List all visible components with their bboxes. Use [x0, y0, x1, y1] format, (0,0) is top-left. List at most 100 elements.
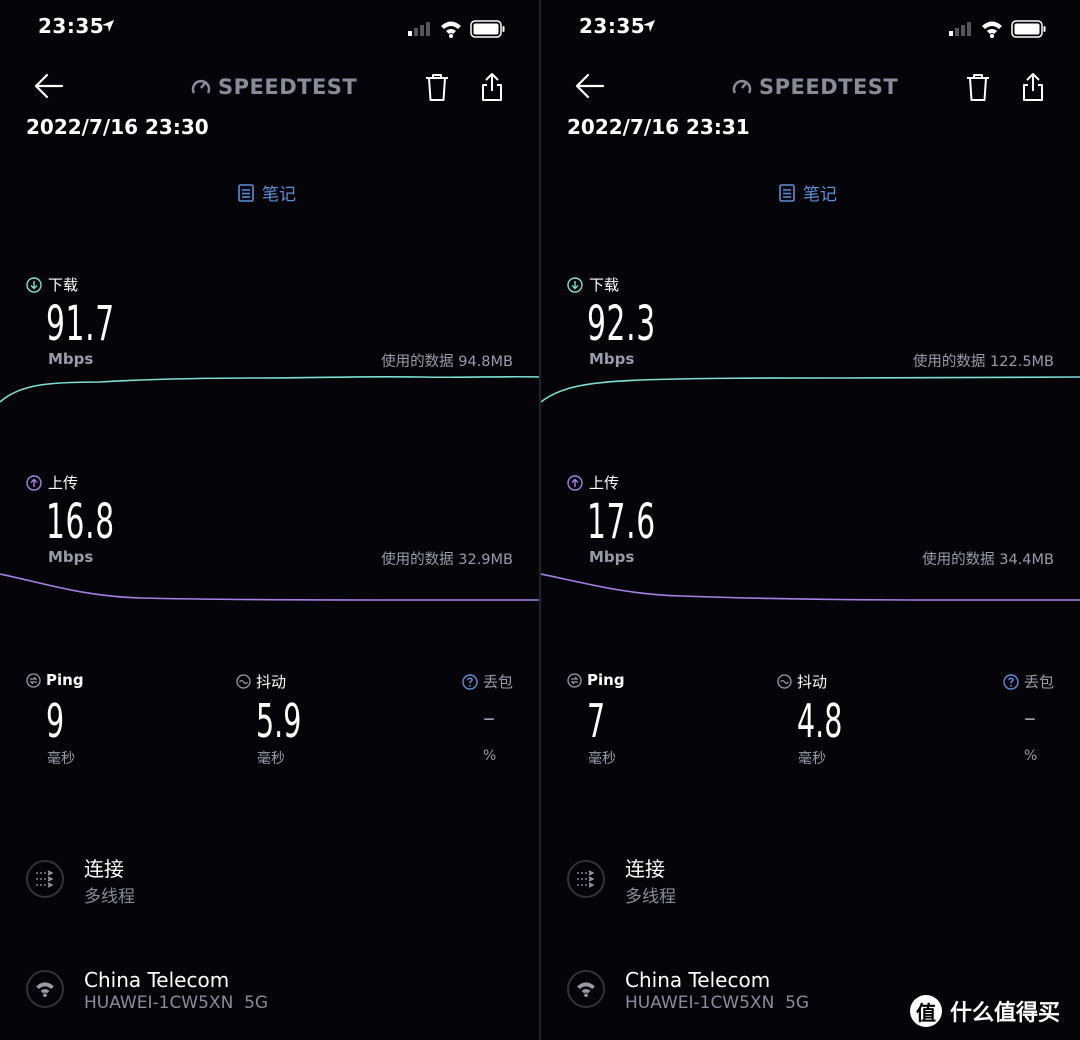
notes-label: 笔记 — [803, 185, 837, 205]
upload-label: 上传 — [26, 472, 78, 493]
jitter-label: 抖动 — [777, 671, 827, 692]
logo-text: SPEEDTEST — [759, 75, 899, 99]
upload-label-text: 上传 — [589, 474, 620, 492]
jitter-value: 4.8 — [797, 694, 843, 748]
back-arrow-icon[interactable] — [34, 72, 64, 100]
ping-label-text: Ping — [46, 671, 84, 689]
share-icon[interactable] — [1021, 72, 1045, 102]
wifi-network-icon — [36, 982, 54, 997]
watermark-logo-icon: 值 — [910, 995, 942, 1027]
upload-arrow-icon — [26, 474, 42, 491]
battery-icon — [1011, 20, 1046, 38]
battery-icon — [470, 20, 505, 38]
packet-loss-value: – — [483, 704, 495, 732]
speedtest-result-screen-1: 23:35 SPEEDTEST 2022/7/16 23:30 笔记 下载 91… — [0, 0, 539, 1040]
packet-loss-unit: % — [483, 748, 497, 764]
watermark-text: 什么值得买 — [950, 1001, 1061, 1026]
ping-icon — [567, 672, 582, 688]
ping-unit: 毫秒 — [588, 751, 616, 767]
network-ssid: HUAWEI-1CW5XN 5G — [625, 993, 810, 1013]
download-label: 下载 — [26, 274, 78, 295]
download-value: 92.3 — [587, 296, 656, 352]
upload-speed-line — [0, 573, 539, 601]
upload-unit: Mbps — [48, 548, 94, 566]
upload-speed-graph — [0, 573, 539, 601]
ping-label: Ping — [26, 671, 84, 689]
speedtest-logo: SPEEDTEST — [731, 74, 898, 100]
upload-data-used: 使用的数据 34.4MB — [922, 552, 1054, 568]
multi-connection-icon — [577, 870, 595, 888]
upload-unit: Mbps — [589, 548, 635, 566]
jitter-icon — [777, 674, 792, 689]
logo-text: SPEEDTEST — [218, 75, 358, 99]
notes-icon — [238, 183, 254, 202]
connection-type: 多线程 — [625, 887, 676, 907]
notes-icon — [779, 183, 795, 202]
gauge-icon — [732, 79, 752, 94]
jitter-unit: 毫秒 — [257, 751, 285, 767]
download-speed-line — [0, 375, 539, 403]
jitter-icon — [236, 674, 251, 689]
upload-speed-line — [541, 573, 1080, 601]
network-ssid: HUAWEI-1CW5XN 5G — [84, 993, 269, 1013]
download-unit: Mbps — [48, 350, 94, 368]
notes-button[interactable]: 笔记 — [238, 180, 296, 205]
help-icon[interactable] — [462, 673, 478, 690]
download-speed-graph — [541, 376, 1080, 403]
test-date: 2022/7/16 23:31 — [567, 115, 750, 139]
site-watermark: 值 什么值得买 — [910, 995, 1060, 1027]
connection-title: 连接 — [625, 857, 665, 881]
packet-loss-unit: % — [1024, 748, 1038, 764]
download-label-text: 下载 — [589, 276, 620, 294]
network-provider: China Telecom — [84, 968, 230, 992]
download-arrow-icon — [567, 276, 583, 293]
test-date: 2022/7/16 23:30 — [26, 115, 209, 139]
wifi-network-icon — [577, 982, 595, 997]
download-value: 91.7 — [46, 296, 115, 352]
upload-label: 上传 — [567, 472, 619, 493]
back-arrow-icon[interactable] — [575, 72, 605, 100]
upload-data-used: 使用的数据 32.9MB — [381, 552, 513, 568]
download-data-used: 使用的数据 122.5MB — [912, 354, 1054, 370]
speedtest-result-screen-2: 23:35 SPEEDTEST 2022/7/16 23:31 笔记 下载 92… — [541, 0, 1080, 1040]
packet-loss-label: 丢包 — [462, 671, 513, 692]
jitter-label-text: 抖动 — [797, 673, 828, 691]
ping-label: Ping — [567, 671, 625, 689]
ping-value: 9 — [46, 694, 65, 748]
wifi-status-icon — [982, 21, 1002, 38]
upload-value: 16.8 — [46, 494, 115, 550]
ping-unit: 毫秒 — [47, 751, 75, 767]
upload-label-text: 上传 — [48, 474, 79, 492]
ping-icon — [26, 672, 41, 688]
ping-value: 7 — [587, 694, 606, 748]
location-arrow-icon — [102, 20, 114, 32]
upload-value: 17.6 — [587, 494, 656, 550]
network-icon-wrap — [26, 970, 64, 1008]
notes-label: 笔记 — [262, 185, 296, 205]
cellular-signal-icon — [408, 22, 430, 36]
jitter-label-text: 抖动 — [256, 673, 287, 691]
notes-button[interactable]: 笔记 — [779, 180, 837, 205]
download-unit: Mbps — [589, 350, 635, 368]
download-label: 下载 — [567, 274, 619, 295]
packet-loss-label: 丢包 — [1003, 671, 1054, 692]
connection-icon-wrap — [567, 860, 605, 898]
jitter-value: 5.9 — [256, 694, 302, 748]
status-time: 23:35 — [38, 14, 105, 38]
download-speed-graph — [0, 375, 539, 403]
cellular-signal-icon — [949, 22, 971, 36]
connection-icon-wrap — [26, 860, 64, 898]
help-icon[interactable] — [1003, 673, 1019, 690]
upload-speed-graph — [541, 573, 1080, 601]
jitter-label: 抖动 — [236, 671, 286, 692]
download-data-used: 使用的数据 94.8MB — [381, 354, 513, 370]
trash-icon[interactable] — [424, 72, 450, 102]
network-provider: China Telecom — [625, 968, 771, 992]
packet-loss-value: – — [1024, 704, 1036, 732]
trash-icon[interactable] — [965, 72, 991, 102]
download-speed-line — [541, 376, 1080, 403]
upload-arrow-icon — [567, 474, 583, 491]
share-icon[interactable] — [480, 72, 504, 102]
ping-label-text: Ping — [587, 671, 625, 689]
connection-type: 多线程 — [84, 887, 135, 907]
